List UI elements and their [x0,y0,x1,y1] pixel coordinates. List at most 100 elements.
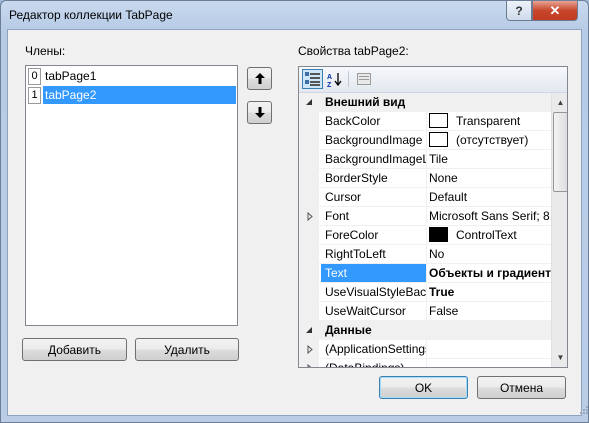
row-gutter [299,112,319,131]
image-swatch [429,132,448,148]
arrow-down-icon [254,107,265,118]
property-value[interactable] [426,340,551,358]
property-row-selected[interactable]: Text Объекты и градиенты [299,264,551,283]
property-value[interactable]: True [426,283,551,301]
row-gutter [299,93,319,112]
list-item-index: 1 [28,87,41,104]
close-button[interactable]: ✕ [532,1,578,21]
property-row[interactable]: BorderStyle None [299,169,551,188]
resize-grip-icon[interactable] [578,404,588,414]
svg-text:A: A [327,74,332,81]
property-name: ForeColor [321,226,427,244]
category-row[interactable]: Данные [299,321,551,340]
row-gutter [299,207,319,226]
toolbar-separator [348,71,349,87]
property-value-text: ControlText [456,228,517,242]
row-gutter [299,131,319,150]
arrow-up-icon [254,73,265,84]
property-value[interactable]: Объекты и градиенты [426,264,551,282]
property-row[interactable]: Cursor Default [299,188,551,207]
category-row[interactable]: Внешний вид [299,93,551,112]
expand-icon[interactable] [299,359,319,368]
property-name: BackgroundImageLayout [321,150,427,168]
row-gutter [299,321,319,340]
property-name: Cursor [321,188,427,206]
move-down-button[interactable] [247,101,272,124]
property-value[interactable]: No [426,245,551,263]
property-row[interactable]: BackColor Transparent [299,112,551,131]
row-gutter [299,302,319,321]
property-value[interactable]: ControlText [426,226,551,244]
property-pages-button[interactable] [353,69,374,89]
collapse-icon [306,327,312,333]
add-button[interactable]: Добавить [22,338,127,361]
property-value[interactable]: Transparent [426,112,551,130]
property-row[interactable]: Font Microsoft Sans Serif; 8,25pt [299,207,551,226]
scroll-up-icon[interactable]: ▲ [553,94,567,110]
row-gutter [299,359,319,368]
property-value[interactable]: Default [426,188,551,206]
property-value[interactable]: Microsoft Sans Serif; 8,25pt [426,207,551,225]
members-list[interactable]: 0 tabPage1 1 tabPage2 [25,65,238,326]
categorized-button[interactable] [302,69,323,89]
expand-icon[interactable] [299,207,319,226]
list-item-name: tabPage2 [43,86,236,104]
row-gutter [299,169,319,188]
vertical-scrollbar[interactable]: ▲ ▼ [551,93,567,367]
property-pages-icon [356,73,371,85]
property-row[interactable]: UseWaitCursor False [299,302,551,321]
row-gutter [299,283,319,302]
scroll-thumb[interactable] [553,112,567,192]
category-name: Внешний вид [325,95,406,109]
property-value[interactable]: (отсутствует) [426,131,551,149]
property-value[interactable]: False [426,302,551,320]
property-name: UseVisualStyleBackColor [321,283,427,301]
property-name: Font [321,207,427,225]
members-label: Члены: [25,44,66,58]
collapse-icon [306,99,312,105]
category-name: Данные [325,323,372,337]
move-up-button[interactable] [247,67,272,90]
property-row[interactable]: BackgroundImageLayout Tile [299,150,551,169]
cancel-button[interactable]: Отмена [477,376,566,399]
color-swatch [429,113,448,129]
expand-icon[interactable] [299,340,319,359]
property-value[interactable] [426,359,551,367]
list-item[interactable]: 0 tabPage1 [27,67,236,85]
row-gutter [299,264,319,283]
property-name: (ApplicationSettings) [321,340,427,358]
row-gutter [299,150,319,169]
help-button[interactable]: ? [506,1,532,21]
property-row[interactable]: (ApplicationSettings) [299,340,551,359]
color-swatch [429,227,448,243]
properties-label: Свойства tabPage2: [298,44,409,58]
property-row[interactable]: RightToLeft No [299,245,551,264]
title-bar[interactable]: Редактор коллекции TabPage ? ✕ [1,1,588,31]
property-value[interactable]: None [426,169,551,187]
svg-text:Z: Z [327,82,332,87]
property-value-text: (отсутствует) [456,133,529,147]
property-value[interactable]: Tile [426,150,551,168]
property-row[interactable]: (DataBindings) [299,359,551,368]
property-row[interactable]: BackgroundImage (отсутствует) [299,131,551,150]
property-name: BackColor [321,112,427,130]
ok-button[interactable]: OK [379,376,468,399]
scroll-down-icon[interactable]: ▼ [553,349,567,365]
list-item[interactable]: 1 tabPage2 [27,86,236,104]
property-grid-toolbar: A Z [299,67,567,93]
remove-button[interactable]: Удалить [135,338,239,361]
property-name: BorderStyle [321,169,427,187]
property-rows: Внешний вид BackColor Transparent Backgr… [299,93,551,368]
property-name: (DataBindings) [321,359,427,367]
row-gutter [299,188,319,207]
row-gutter [299,245,319,264]
close-icon: ✕ [549,2,561,18]
property-row[interactable]: UseVisualStyleBackColor True [299,283,551,302]
window-title: Редактор коллекции TabPage [9,8,173,22]
property-name: Text [321,264,427,282]
alphabetical-button[interactable]: A Z [324,69,345,89]
property-grid[interactable]: A Z Внешний вид BackColor Transparent Ba… [298,66,568,368]
row-gutter [299,226,319,245]
property-name: UseWaitCursor [321,302,427,320]
property-row[interactable]: ForeColor ControlText [299,226,551,245]
